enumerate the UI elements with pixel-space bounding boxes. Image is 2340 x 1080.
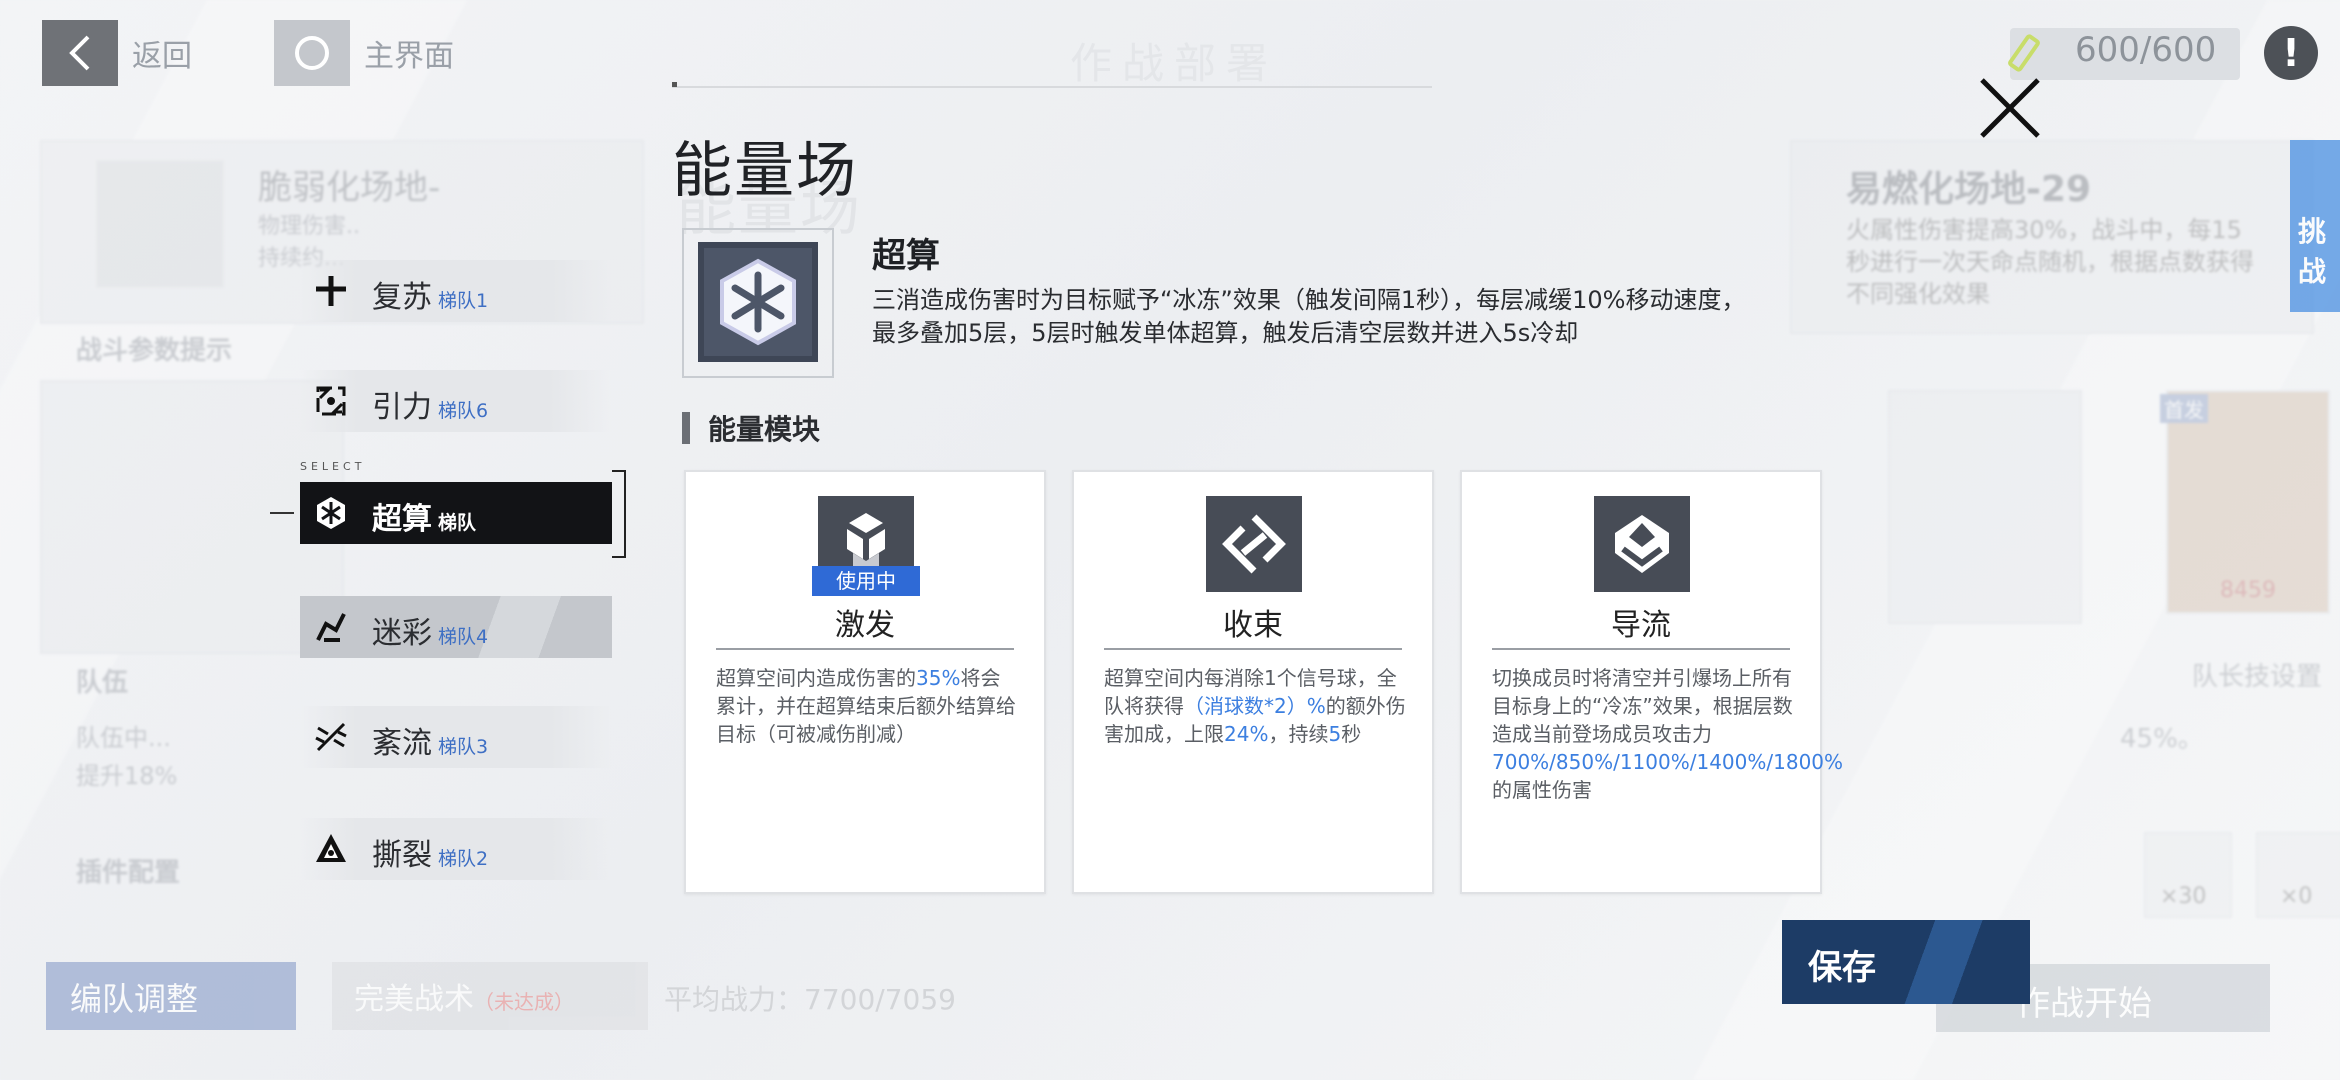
modal-top-rule [672, 86, 1432, 88]
squad-label: 撕裂 梯队2 [372, 838, 489, 873]
page-title: 作战部署 [1070, 39, 1279, 88]
in-use-badge: 使用中 [812, 566, 920, 596]
back-arrow-icon [42, 20, 118, 86]
save-button[interactable]: 保存 [1782, 920, 2030, 1004]
squad-label: 引力 梯队6 [372, 390, 489, 425]
squad-label: 复苏 梯队1 [372, 280, 489, 315]
modal-title: 能量场 [672, 136, 858, 206]
bg-card-number: 8459 [2220, 578, 2276, 603]
squad-label: 紊流 梯队3 [372, 726, 489, 761]
hex-snowflake-icon [317, 497, 345, 529]
turbulence-icon [315, 722, 347, 752]
module-name: 收束 [1223, 608, 1283, 643]
home-button[interactable]: 主界面 [274, 20, 454, 86]
plus-icon [316, 276, 346, 306]
formation-button[interactable]: 编队调整 [46, 962, 296, 1030]
squad-item-fusu[interactable]: 复苏 梯队1 [300, 260, 612, 322]
bg-team-line: 队伍中... [76, 724, 171, 752]
converge-diamond-icon [1206, 496, 1302, 592]
camo-icon [316, 613, 346, 642]
back-label: 返回 [132, 39, 192, 74]
bg-add-slot [96, 160, 224, 288]
home-label: 主界面 [364, 39, 454, 74]
energy-module-header: 能量模块 [682, 408, 820, 448]
select-caption: SELECT [300, 460, 366, 473]
field-icon-wrap [682, 228, 834, 378]
squad-item-chaosuan[interactable]: 超算 梯队 [300, 482, 612, 544]
module-card-shoushu[interactable]: 收束 超算空间内每消除1个信号球，全队将获得（消球数*2）%的额外伤害加成，上限… [1072, 470, 1434, 894]
bg-item-count: ×0 [2280, 884, 2313, 909]
avg-power: 平均战力：7700/7059 [664, 983, 956, 1016]
module-name: 导流 [1611, 608, 1671, 643]
back-button[interactable]: 返回 [42, 20, 192, 86]
module-description: 切换成员时将清空并引爆场上所有目标身上的“冷冻”效果，根据层数造成当前登场成员攻… [1492, 666, 1844, 802]
squad-item-wenliu[interactable]: 紊流 梯队3 [300, 706, 612, 768]
field-description: 三消造成伤害时为目标赋予“冰冻”效果（触发间隔1秒），每层减缓10%移动速度， … [872, 284, 1872, 350]
bg-team-label: 队伍 [76, 668, 129, 698]
squad-label: 超算 梯队 [372, 502, 477, 537]
module-rule [716, 648, 1014, 650]
module-rule [1104, 648, 1402, 650]
formation-button-label: 编队调整 [70, 980, 199, 1018]
module-card-jifa[interactable]: 使用中 激发 超算空间内造成伤害的35%将会累计，并在超算结束后额外结算给目标（… [684, 470, 1046, 894]
module-card-daoliu[interactable]: 导流 切换成员时将清空并引爆场上所有目标身上的“冷冻”效果，根据层数造成当前登场… [1460, 470, 1844, 894]
info-button[interactable]: ! [2264, 26, 2318, 80]
bg-battle-params: 战斗参数提示 [76, 336, 233, 366]
module-description: 超算空间内每消除1个信号球，全队将获得（消球数*2）%的额外伤害加成，上限24%… [1104, 666, 1406, 746]
section-bar [682, 412, 690, 444]
energy-value: 600/600 [2075, 30, 2217, 70]
squad-item-micai[interactable]: 迷彩 梯队4 [300, 596, 612, 658]
bg-member-slot [1888, 390, 2082, 624]
tear-icon [316, 834, 346, 862]
bg-left-card-line: 物理伤害.. [258, 214, 360, 239]
squad-item-silie[interactable]: 撕裂 梯队2 [300, 818, 612, 880]
bg-card-tag: 首发 [2160, 394, 2208, 423]
perfect-tactic-button[interactable]: 完美战术（未达成） [332, 962, 648, 1030]
bg-team-line: 提升18% [76, 762, 178, 790]
bg-item-count: ×30 [2160, 884, 2207, 909]
bg-avatar-card [40, 380, 344, 654]
squad-item-yinli[interactable]: 引力 梯队6 [300, 370, 612, 432]
bg-right-card-title: 易燃化场地-29 [1846, 169, 2092, 210]
bg-leader-skill: 队长技设置 [2192, 662, 2323, 692]
module-rule [1492, 648, 1790, 650]
select-bracket [612, 470, 626, 558]
challenge-tab[interactable]: 挑战 [2290, 140, 2340, 312]
home-circle-icon [274, 20, 350, 86]
field-desc-line: 最多叠加5层，5层时触发单体超算，触发后清空层数并进入5s冷却 [872, 319, 1579, 347]
select-pointer [270, 512, 294, 514]
gravity-icon [316, 386, 346, 416]
flow-down-icon [1594, 496, 1690, 592]
field-desc-line: 三消造成伤害时为目标赋予“冰冻”效果（触发间隔1秒），每层减缓10%移动速度， [872, 286, 1746, 314]
perfect-tactic-label: 完美战术（未达成） [354, 982, 574, 1017]
squad-label: 迷彩 梯队4 [372, 616, 489, 651]
module-name: 激发 [835, 608, 895, 643]
bg-right-card-line: 火属性伤害提高30%，战斗中，每15 [1846, 216, 2242, 244]
close-x-icon[interactable] [1970, 70, 2050, 150]
hex-snowflake-icon [698, 242, 818, 362]
module-description: 超算空间内造成伤害的35%将会累计，并在超算结束后额外结算给目标（可被减伤削减） [716, 666, 1016, 746]
bg-right-card-line: 秒进行一次天命点随机，根据点数获得 [1846, 248, 2254, 276]
field-name: 超算 [872, 236, 940, 276]
bg-left-card-title: 脆弱化场地- [258, 168, 441, 208]
section-label: 能量模块 [708, 413, 821, 446]
save-label: 保存 [1808, 948, 1876, 988]
challenge-tab-label: 挑战 [2298, 215, 2327, 288]
modal-corner-dot [672, 82, 677, 87]
bg-percent-text: 45%。 [2120, 724, 2204, 754]
bg-plugin-label: 插件配置 [76, 858, 181, 888]
